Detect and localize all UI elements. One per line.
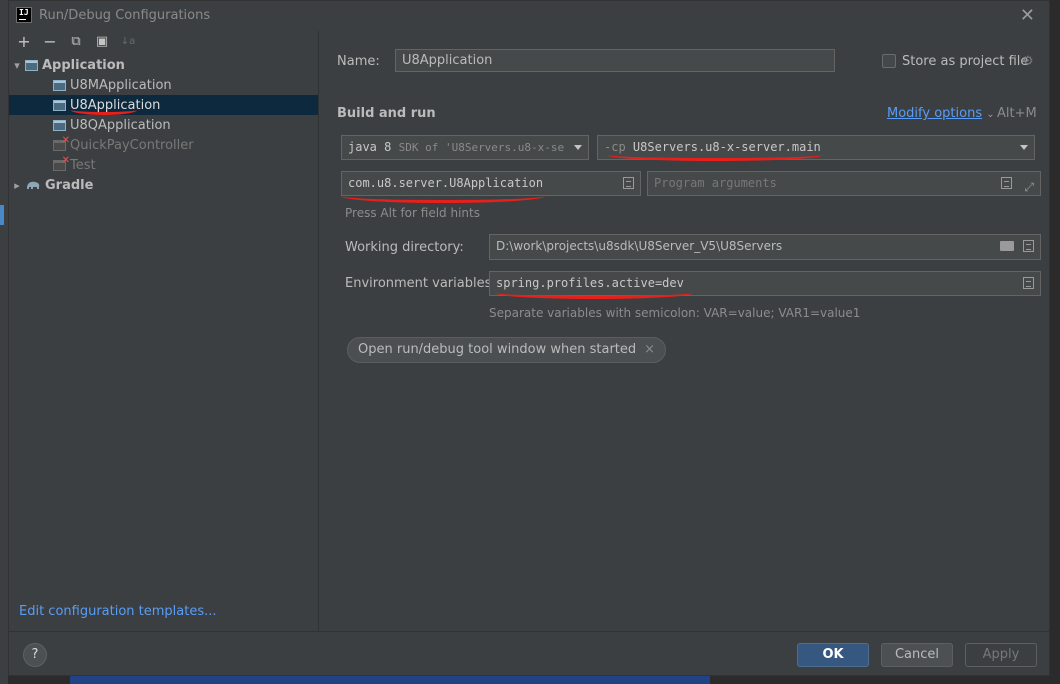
browse-class-icon[interactable] [623, 177, 634, 189]
intellij-app-icon: IJ [16, 7, 32, 23]
tree-toolbar: + − ⧉ ▣ ↓a [9, 31, 318, 53]
jdk-sdk-name: SDK of 'U8Servers.u8-x-se [398, 141, 565, 154]
configurations-panel: + − ⧉ ▣ ↓a ▾ Application U8MApplication … [9, 31, 319, 631]
edit-templates-link[interactable]: Edit configuration templates... [19, 604, 217, 619]
run-debug-dialog: IJ Run/Debug Configurations ✕ + − ⧉ ▣ ↓a… [8, 0, 1050, 676]
chevron-down-icon[interactable]: ▾ [9, 59, 25, 72]
env-variables-label: Environment variables: [345, 276, 496, 291]
folder-icon[interactable] [1000, 241, 1014, 251]
program-arguments-field[interactable]: Program arguments ⤢ [647, 171, 1041, 196]
copy-icon[interactable]: ⧉ [67, 33, 85, 51]
modify-options-shortcut: Alt+M [997, 106, 1037, 121]
new-folder-icon[interactable]: ▣ [93, 33, 111, 51]
tree-item-u8application[interactable]: U8Application [9, 95, 318, 115]
sort-icon[interactable]: ↓a [119, 33, 137, 51]
dialog-title: Run/Debug Configurations [39, 8, 211, 23]
background-selection-edge [70, 676, 710, 684]
modify-options-link[interactable]: Modify options ⌄ [887, 106, 995, 121]
apply-button[interactable]: Apply [965, 643, 1037, 667]
tree-group-gradle[interactable]: ▸ Gradle [9, 175, 318, 195]
name-label: Name: [337, 54, 380, 69]
tree-item-quickpaycontroller[interactable]: ✕ QuickPayController [9, 135, 318, 155]
chevron-down-icon [1020, 145, 1028, 150]
tree-item-u8mapplication[interactable]: U8MApplication [9, 75, 318, 95]
field-hints-text: Press Alt for field hints [345, 206, 480, 220]
red-annotation-underline [71, 105, 137, 115]
open-tool-window-chip[interactable]: Open run/debug tool window when started × [347, 337, 667, 363]
tree-group-application[interactable]: ▾ Application [9, 55, 318, 75]
application-icon [53, 119, 66, 131]
main-class-value: com.u8.server.U8Application [348, 176, 544, 190]
tree-group-label: Application [42, 57, 125, 73]
dialog-button-bar: ? OK Cancel Apply [9, 631, 1049, 677]
env-variables-hint: Separate variables with semicolon: VAR=v… [489, 306, 861, 320]
modify-options-label: Modify options [887, 106, 983, 121]
red-annotation-underline [607, 149, 823, 161]
working-dir-field[interactable]: D:\work\projects\u8sdk\U8Server_V5\U8Ser… [489, 234, 1041, 260]
expand-editor-icon[interactable] [1001, 177, 1012, 189]
jdk-select[interactable]: java 8 SDK of 'U8Servers.u8-x-se [341, 135, 589, 160]
store-project-checkbox[interactable] [882, 54, 896, 68]
close-icon[interactable]: × [644, 342, 655, 357]
chevron-right-icon[interactable]: ▸ [9, 179, 25, 192]
red-annotation-underline [495, 287, 693, 299]
ok-button[interactable]: OK [797, 643, 869, 667]
title-bar: IJ Run/Debug Configurations ✕ [9, 1, 1049, 31]
application-error-icon: ✕ [53, 155, 70, 171]
gradle-elephant-icon [27, 181, 40, 189]
tree-item-test[interactable]: ✕ Test [9, 155, 318, 175]
maximize-icon[interactable]: ⤢ [1024, 176, 1034, 195]
edit-env-icon[interactable] [1023, 277, 1034, 289]
cancel-button[interactable]: Cancel [881, 643, 953, 667]
background-marker [0, 205, 4, 225]
configuration-form: Name: U8Application Store as project fil… [327, 31, 1047, 631]
tree-group-label: Gradle [45, 177, 94, 193]
application-icon [25, 59, 38, 71]
remove-icon[interactable]: − [41, 33, 59, 51]
build-run-title: Build and run [337, 106, 436, 121]
gear-icon[interactable]: ⚙ [1022, 54, 1034, 69]
program-arguments-placeholder: Program arguments [654, 176, 777, 190]
working-dir-label-text: Working directory: [345, 240, 464, 255]
help-button[interactable]: ? [23, 643, 47, 667]
configuration-tree: ▾ Application U8MApplication U8Applicati… [9, 55, 318, 195]
tree-item-u8qapplication[interactable]: U8QApplication [9, 115, 318, 135]
chevron-down-icon: ⌄ [986, 109, 995, 120]
application-icon [53, 79, 66, 91]
expand-editor-icon[interactable] [1023, 240, 1034, 252]
store-project-label[interactable]: Store as project file [902, 54, 1028, 69]
name-field[interactable]: U8Application [395, 49, 835, 72]
application-icon [53, 99, 66, 111]
close-icon[interactable]: ✕ [1020, 5, 1035, 26]
working-dir-value: D:\work\projects\u8sdk\U8Server_V5\U8Ser… [496, 239, 783, 253]
application-error-icon: ✕ [53, 135, 70, 151]
env-variables-label-text: Environment variables: [345, 276, 496, 291]
jdk-version: java 8 [348, 140, 392, 154]
tree-item-label: U8MApplication [70, 77, 172, 93]
tree-item-label: U8QApplication [70, 117, 171, 133]
tree-item-label: Test [70, 157, 96, 173]
working-dir-label: Working directory: [345, 240, 464, 255]
chevron-down-icon [574, 145, 582, 150]
chip-label: Open run/debug tool window when started [358, 342, 637, 357]
tree-item-label: QuickPayController [70, 137, 194, 153]
background-ide-strip [0, 0, 8, 684]
red-annotation-underline [341, 189, 545, 203]
add-icon[interactable]: + [15, 33, 33, 51]
